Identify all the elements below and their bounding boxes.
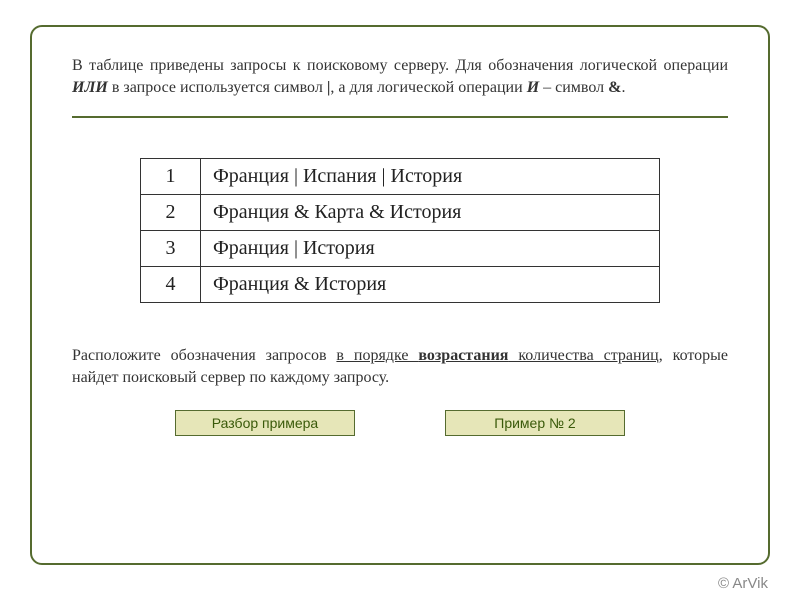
intro-part2: в запросе используется символ xyxy=(108,79,327,96)
intro-text: В таблице приведены запросы к поисковому… xyxy=(72,55,728,98)
table-row: 3 Франция | История xyxy=(141,231,660,267)
example-2-button[interactable]: Пример № 2 xyxy=(445,410,625,436)
example-breakdown-button[interactable]: Разбор примера xyxy=(175,410,355,436)
row-query: Франция & Карта & История xyxy=(201,195,660,231)
task-part1: Расположите обозначения запросов xyxy=(72,347,336,364)
intro-and: И xyxy=(527,79,539,96)
table-row: 2 Франция & Карта & История xyxy=(141,195,660,231)
copyright-label: © ArVik xyxy=(718,575,768,592)
row-query: Франция & История xyxy=(201,267,660,303)
content-frame: В таблице приведены запросы к поисковому… xyxy=(30,25,770,565)
task-text: Расположите обозначения запросов в поряд… xyxy=(72,345,728,388)
intro-amp: & xyxy=(608,79,621,96)
row-query: Франция | История xyxy=(201,231,660,267)
task-ul1: в порядке xyxy=(336,347,418,364)
task-ul-bold: возрастания xyxy=(418,347,508,364)
table-row: 4 Франция & История xyxy=(141,267,660,303)
row-number: 2 xyxy=(141,195,201,231)
intro-part1: В таблице приведены запросы к поисковому… xyxy=(72,57,728,74)
button-row: Разбор примера Пример № 2 xyxy=(72,410,728,436)
row-number: 4 xyxy=(141,267,201,303)
intro-part3: , а для логической операции xyxy=(330,79,526,96)
query-table: 1 Франция | Испания | История 2 Франция … xyxy=(140,158,660,303)
row-query: Франция | Испания | История xyxy=(201,159,660,195)
row-number: 1 xyxy=(141,159,201,195)
intro-part4: – символ xyxy=(539,79,608,96)
task-ul2: количества страниц xyxy=(508,347,658,364)
row-number: 3 xyxy=(141,231,201,267)
intro-part5: . xyxy=(621,79,625,96)
intro-or: ИЛИ xyxy=(72,79,108,96)
table-row: 1 Франция | Испания | История xyxy=(141,159,660,195)
divider xyxy=(72,116,728,118)
